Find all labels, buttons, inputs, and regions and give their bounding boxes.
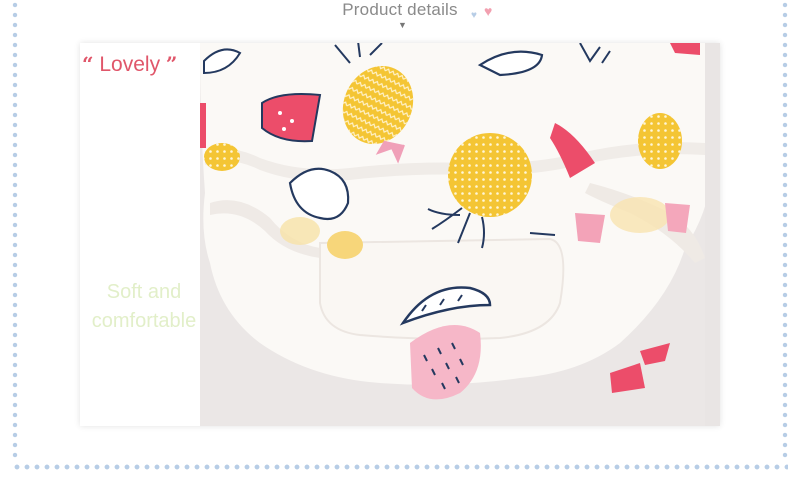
heart-border-right xyxy=(782,0,788,462)
section-title: Product details xyxy=(342,0,458,19)
feature-sidebar: “ Lovely ” Soft and comfortable xyxy=(80,43,200,426)
heart-border-left xyxy=(12,0,18,462)
diaper-cover-illustration xyxy=(200,43,720,426)
lovely-label: Lovely xyxy=(99,53,161,76)
feature-text: Soft and comfortable xyxy=(85,278,203,336)
product-detail-panel: “ Lovely ” Soft and comfortable xyxy=(80,43,720,426)
small-heart-icon: ♥ xyxy=(471,10,477,21)
heart-border-bottom xyxy=(12,463,788,471)
down-arrow-icon: ▼ xyxy=(398,20,407,30)
close-quote: ” xyxy=(165,52,178,76)
pink-heart-icon: ♥ xyxy=(484,3,493,19)
feature-line-2: comfortable xyxy=(91,310,197,332)
product-photo xyxy=(200,43,720,426)
lovely-tag: “ Lovely ” xyxy=(82,52,177,77)
feature-line-1: Soft and xyxy=(106,281,182,303)
open-quote: “ xyxy=(82,52,94,76)
